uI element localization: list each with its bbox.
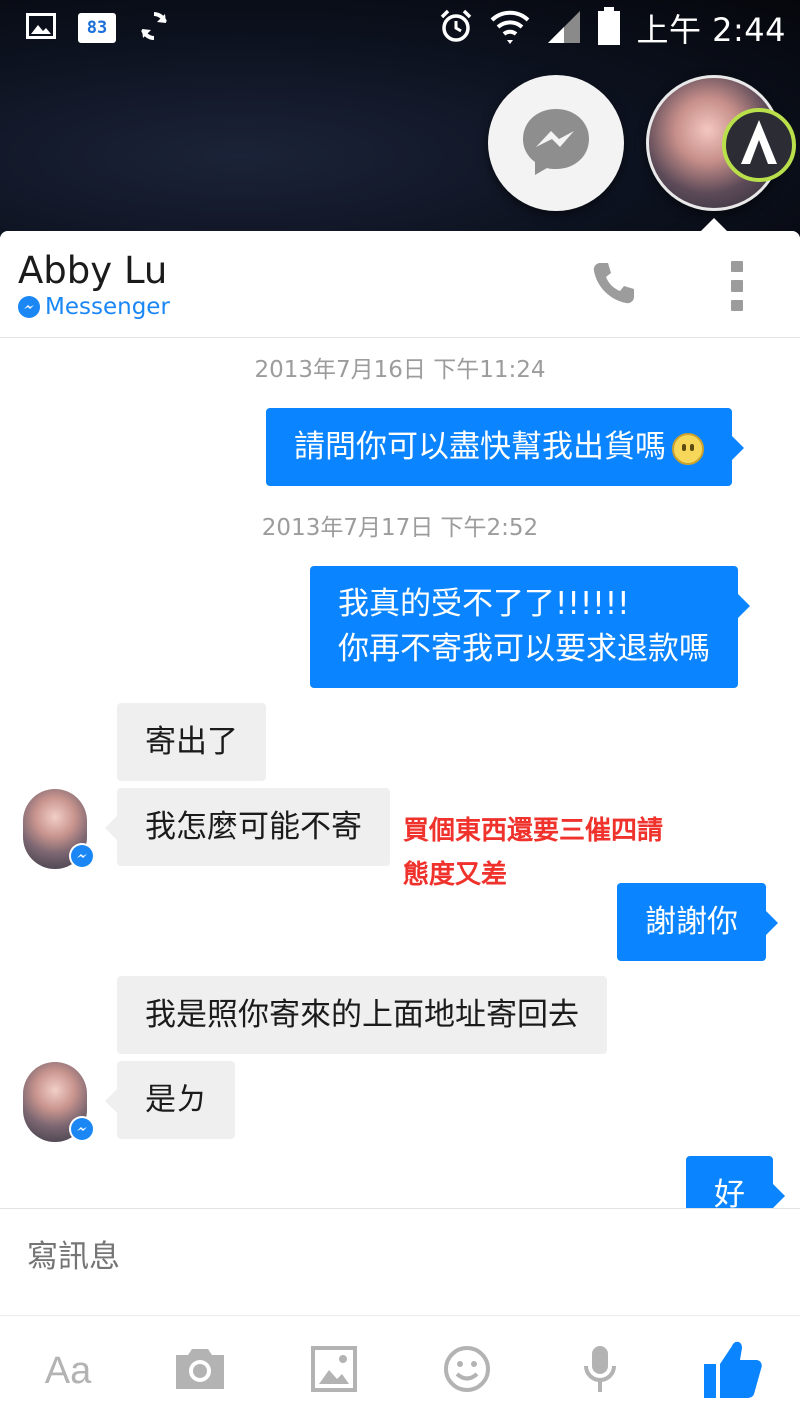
alarm-icon — [438, 8, 474, 48]
incoming-message[interactable]: 我怎麼可能不寄 — [105, 788, 390, 866]
phone-icon — [590, 259, 638, 311]
message-input[interactable] — [27, 1239, 727, 1275]
gallery-button[interactable] — [309, 1336, 359, 1406]
smiley-icon — [443, 1345, 491, 1397]
app-launcher-badge[interactable] — [722, 108, 796, 182]
source-label: Messenger — [18, 294, 170, 320]
status-bar: 83 上午 2:44 — [0, 0, 800, 56]
message-text-line: 我真的受不了了!!!!!! — [338, 586, 630, 622]
overflow-menu-button[interactable] — [722, 261, 752, 311]
menu-dot — [731, 280, 743, 292]
message-timestamp: 2013年7月16日 下午11:24 — [254, 357, 546, 383]
messenger-badge-icon — [71, 845, 93, 867]
messenger-badge-icon — [71, 1118, 93, 1140]
message-list[interactable]: 2013年7月16日 下午11:24 請問你可以盡快幫我出貨嗎 2013年7月1… — [0, 338, 800, 1208]
menu-dot — [731, 299, 743, 311]
message-text-line: 你再不寄我可以要求退款嗎 — [338, 631, 710, 667]
composer-toolbar: Aa — [0, 1315, 800, 1422]
status-clock: 上午 2:44 — [636, 11, 786, 49]
voice-button[interactable] — [580, 1336, 620, 1406]
outgoing-message[interactable]: 請問你可以盡快幫我出貨嗎 — [266, 408, 744, 486]
chat-panel: Abby Lu Messenger 2013年7月16日 下午11:24 請問你… — [0, 231, 800, 1422]
chat-header: Abby Lu Messenger — [0, 231, 800, 338]
microphone-icon — [582, 1344, 618, 1398]
outgoing-message[interactable]: 我真的受不了了!!!!!! 你再不寄我可以要求退款嗎 — [310, 566, 750, 688]
sync-icon — [138, 10, 170, 46]
contact-name[interactable]: Abby Lu — [18, 249, 167, 292]
messenger-logo-icon — [516, 101, 596, 185]
message-text: 請問你可以盡快幫我出貨嗎 — [294, 429, 666, 465]
message-timestamp: 2013年7月17日 下午2:52 — [261, 515, 539, 541]
camera-icon — [172, 1347, 228, 1395]
like-button[interactable] — [700, 1336, 766, 1406]
call-button[interactable] — [584, 257, 644, 313]
arrow-logo-icon — [737, 118, 781, 172]
wifi-icon — [490, 8, 530, 48]
messenger-chat-head[interactable] — [488, 75, 624, 211]
gallery-notification-icon — [26, 13, 56, 43]
thumbs-up-icon — [702, 1338, 764, 1404]
notification-count-badge: 83 — [78, 13, 116, 43]
signal-icon — [546, 9, 582, 47]
avatar-messenger-badge — [69, 1116, 95, 1142]
outgoing-message[interactable]: 好 — [686, 1156, 785, 1208]
frowning-face-emoji-icon — [672, 432, 704, 465]
outgoing-message[interactable]: 謝謝你 — [617, 883, 778, 961]
avatar-messenger-badge — [69, 843, 95, 869]
incoming-message[interactable]: 是ㄉ — [105, 1061, 235, 1139]
menu-dot — [731, 261, 743, 273]
source-label-text: Messenger — [45, 294, 170, 320]
annotation-line: 買個東西還要三催四請 — [403, 816, 664, 846]
text-format-button[interactable]: Aa — [40, 1336, 96, 1406]
battery-icon — [598, 7, 621, 49]
incoming-message[interactable]: 我是照你寄來的上面地址寄回去 — [117, 976, 607, 1054]
incoming-message[interactable]: 寄出了 — [117, 703, 266, 781]
messenger-badge-icon — [18, 296, 40, 318]
emoji-button[interactable] — [441, 1336, 493, 1406]
image-icon — [311, 1346, 357, 1396]
chat-head-pointer — [700, 218, 728, 232]
message-composer — [0, 1208, 800, 1315]
camera-button[interactable] — [171, 1336, 229, 1406]
